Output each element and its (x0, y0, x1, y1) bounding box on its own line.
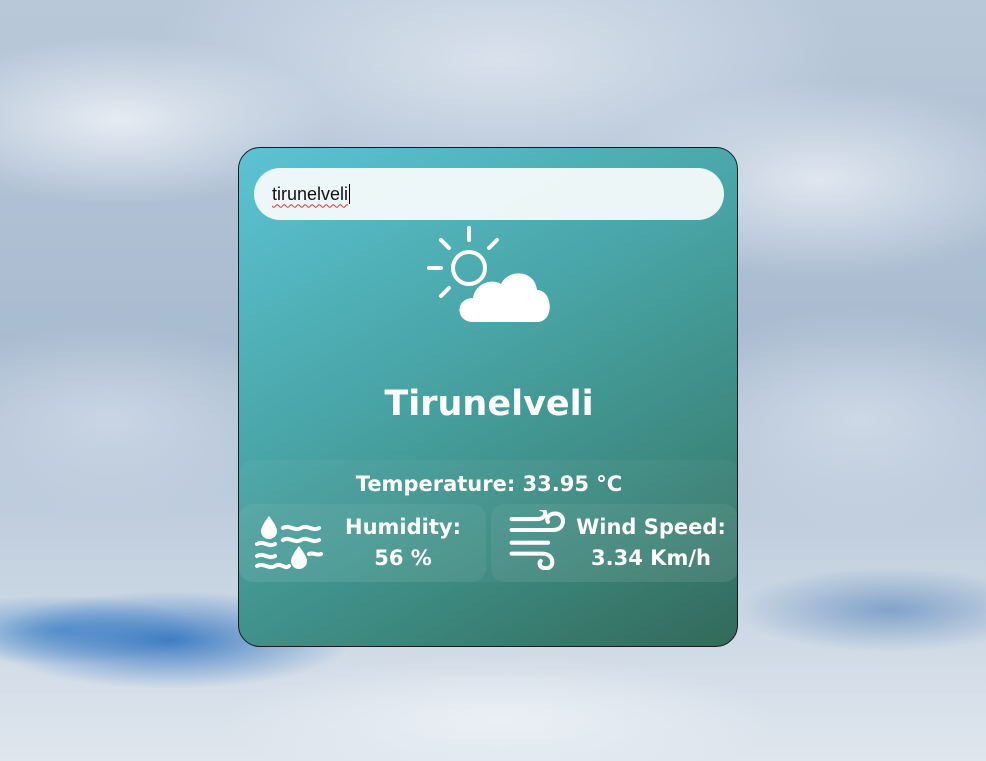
text-caret (349, 184, 351, 204)
humidity-info: Humidity: 56 % (335, 512, 471, 574)
wind-icon (509, 510, 566, 570)
humidity-box: Humidity: 56 % (239, 504, 486, 582)
weather-card: tirunelveli Tirunelveli Temperature: 33.… (238, 147, 738, 647)
weather-details: Temperature: 33.95 °C Humidity: 56 % Win… (239, 460, 737, 582)
city-name: Tirunelveli (384, 384, 594, 424)
temperature-text: Temperature: 33.95 °C (355, 472, 623, 496)
humidity-icon (255, 516, 323, 570)
wind-value: 3.34 Km/h (591, 546, 711, 570)
humidity-label: Humidity: (345, 515, 461, 539)
partly-cloudy-icon (427, 226, 550, 322)
wind-box: Wind Speed: 3.34 Km/h (491, 504, 737, 582)
search-input-value[interactable]: tirunelveli (272, 184, 348, 205)
wind-label: Wind Speed: (576, 515, 726, 539)
wind-info: Wind Speed: 3.34 Km/h (571, 512, 731, 574)
humidity-value: 56 % (374, 546, 432, 570)
search-input[interactable]: tirunelveli (254, 168, 724, 220)
